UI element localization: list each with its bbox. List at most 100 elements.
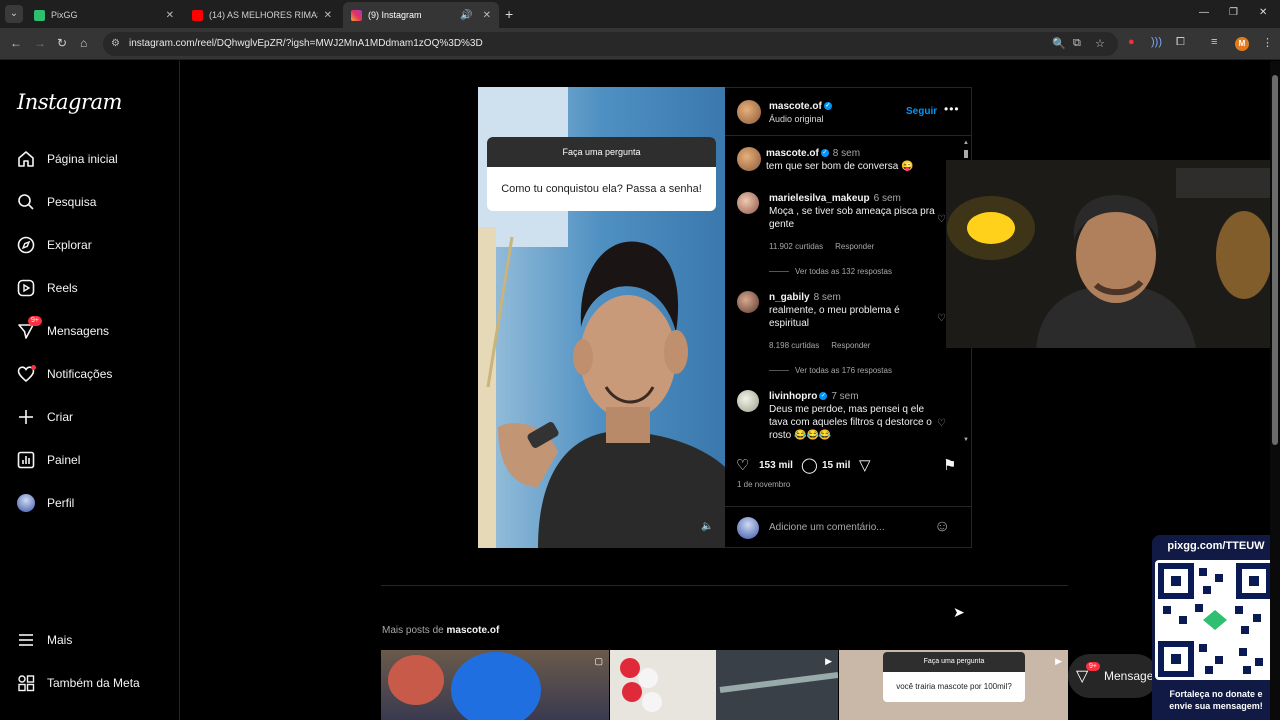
comments-list: mascote.of ✓ 8 sem tem que ser bom de conv… xyxy=(725,137,971,447)
menu-icon xyxy=(19,634,33,646)
author-avatar[interactable] xyxy=(737,147,761,171)
pixgg-url: pixgg.com/TTEUW xyxy=(1167,540,1265,552)
page-scroll-thumb[interactable] xyxy=(1272,75,1278,445)
reload-icon[interactable]: ↻ xyxy=(57,36,67,50)
nav-create[interactable]: Criar xyxy=(17,405,73,429)
site-info-icon[interactable]: ⚙ xyxy=(111,38,120,49)
instagram-logo[interactable]: Instagram xyxy=(17,90,122,114)
like-comment-icon[interactable]: ♡ xyxy=(937,418,946,429)
qr-code xyxy=(1155,560,1275,680)
extension-audio-icon[interactable]: ))) xyxy=(1151,36,1162,48)
tab-search-button[interactable]: ⌄ xyxy=(5,5,23,23)
comment-username[interactable]: mascote.of xyxy=(766,148,819,159)
section-divider xyxy=(381,585,1068,586)
browser-menu-icon[interactable]: ⋮ xyxy=(1262,36,1273,49)
reels-icon xyxy=(17,279,35,297)
post-thumbnail[interactable]: ▶ xyxy=(610,650,838,720)
plus-icon xyxy=(19,410,33,424)
restore-icon[interactable]: ❐ xyxy=(1229,7,1238,18)
minimize-icon[interactable]: — xyxy=(1199,7,1209,18)
nav-messages[interactable]: 9+ Mensagens xyxy=(17,316,109,343)
scroll-up-icon[interactable]: ▲ xyxy=(963,140,969,146)
close-tab-icon[interactable]: ✕ xyxy=(324,10,332,21)
pixgg-message: Fortaleça no donate e envie sua mensagem… xyxy=(1169,689,1263,711)
audio-label[interactable]: Áudio original xyxy=(769,114,824,124)
nav-search[interactable]: Pesquisa xyxy=(17,190,96,214)
address-bar[interactable]: ⚙ instagram.com/reel/DQhwglvEpZR/?igsh=M… xyxy=(103,32,1118,56)
install-app-icon[interactable]: ⧉ xyxy=(1073,37,1081,50)
nav-also-from-meta[interactable]: Também da Meta xyxy=(17,671,140,695)
extension-record-icon[interactable]: ● xyxy=(1128,36,1135,48)
qr-code-image xyxy=(1158,563,1272,677)
tab-youtube[interactable]: (14) AS MELHORES RIMAS DA ✕ xyxy=(184,2,340,28)
commenter-avatar[interactable] xyxy=(737,291,759,313)
share-icon[interactable]: ▽ xyxy=(859,456,871,474)
bookmark-star-icon[interactable]: ☆ xyxy=(1095,37,1105,50)
reel-video[interactable]: Faça uma pergunta Como tu conquistou ela… xyxy=(478,87,725,548)
tab-instagram[interactable]: (9) Instagram 🔊 ✕ xyxy=(343,2,499,28)
page-scrollbar[interactable] xyxy=(1270,61,1280,720)
author-username[interactable]: mascote.of ✓ xyxy=(769,101,832,112)
url-text[interactable]: instagram.com/reel/DQhwglvEpZR/?igsh=MWJ… xyxy=(129,38,483,49)
comment-count: 15 mil xyxy=(822,460,851,471)
close-tab-icon[interactable]: ✕ xyxy=(166,10,174,21)
emoji-icon[interactable]: ☺ xyxy=(934,518,950,536)
browser-tab-bar: ⌄ PixGG ✕ (14) AS MELHORES RIMAS DA ✕ (9… xyxy=(0,0,1280,28)
comment-item: marielesilva_makeup 6 sem Moça , se tiver… xyxy=(725,192,965,282)
home-icon[interactable]: ⌂ xyxy=(80,36,87,50)
back-icon[interactable]: ← xyxy=(10,36,22,50)
nav-profile[interactable]: Perfil xyxy=(17,491,74,515)
zoom-icon[interactable]: 🔍 xyxy=(1052,37,1066,50)
save-bookmark-icon[interactable]: ⚑ xyxy=(943,456,956,474)
new-tab-button[interactable]: + xyxy=(505,6,513,22)
nav-reels[interactable]: Reels xyxy=(17,276,78,300)
verified-badge-icon: ✓ xyxy=(823,102,832,111)
tab-pixgg[interactable]: PixGG ✕ xyxy=(26,2,182,28)
post-thumbnail[interactable]: Faça uma pergunta você trairia mascote p… xyxy=(839,650,1068,720)
follow-button[interactable]: Seguir xyxy=(906,106,937,117)
like-comment-icon[interactable]: ♡ xyxy=(937,214,946,225)
instagram-favicon-icon xyxy=(351,9,362,21)
comment-likes[interactable]: 11.902 curtidas xyxy=(769,242,823,251)
comment-icon[interactable]: ◯ xyxy=(801,456,818,474)
commenter-avatar[interactable] xyxy=(737,192,759,214)
view-replies-link[interactable]: Ver todas as 176 respostas xyxy=(769,366,892,375)
more-posts-username[interactable]: mascote.of xyxy=(446,625,499,636)
like-icon[interactable]: ♡ xyxy=(736,456,749,474)
comment-username[interactable]: n_gabily xyxy=(769,292,810,303)
nav-notifications[interactable]: Notificações xyxy=(17,362,112,386)
comment-input[interactable]: Adicione um comentário... xyxy=(769,522,885,533)
more-options-icon[interactable]: ••• xyxy=(944,102,960,116)
comment-username[interactable]: marielesilva_makeup xyxy=(769,193,870,204)
media-control-icon[interactable]: ≡ xyxy=(1211,36,1217,48)
comment-likes[interactable]: 8.198 curtidas xyxy=(769,341,819,350)
verified-badge-icon: ✓ xyxy=(819,392,828,401)
thumbnail-image xyxy=(388,652,541,720)
scroll-thumb[interactable] xyxy=(964,150,968,158)
author-avatar[interactable] xyxy=(737,100,761,124)
close-window-icon[interactable]: ✕ xyxy=(1259,7,1267,18)
reply-button[interactable]: Responder xyxy=(835,242,874,251)
like-count[interactable]: 153 mil xyxy=(759,460,793,471)
commenter-avatar[interactable] xyxy=(737,390,759,412)
extensions-puzzle-icon[interactable]: ⧠ xyxy=(1176,36,1185,49)
messages-floating-button[interactable]: ▽ 9+ Mensagens xyxy=(1068,654,1166,698)
like-comment-icon[interactable]: ♡ xyxy=(937,313,946,324)
nav-dashboard[interactable]: Painel xyxy=(17,448,80,472)
close-tab-icon[interactable]: ✕ xyxy=(483,10,491,21)
nav-explore[interactable]: Explorar xyxy=(17,233,92,257)
mouse-cursor-icon: ➤ xyxy=(953,604,965,620)
view-replies-link[interactable]: Ver todas as 132 respostas xyxy=(769,267,892,276)
reply-button[interactable]: Responder xyxy=(831,341,870,350)
speaker-icon[interactable]: 🔊 xyxy=(460,10,472,21)
post-thumbnail[interactable]: ▢ xyxy=(381,650,609,720)
comment-username[interactable]: livinhopro xyxy=(769,391,817,402)
comment-item: n_gabily 8 sem realmente, o meu problema … xyxy=(725,291,965,381)
compass-icon xyxy=(17,236,35,254)
browser-profile-avatar[interactable]: M xyxy=(1235,37,1249,51)
nav-more[interactable]: Mais xyxy=(17,628,72,652)
volume-icon[interactable]: 🔈 xyxy=(701,521,713,532)
forward-icon[interactable]: → xyxy=(34,36,46,50)
scroll-down-icon[interactable]: ▼ xyxy=(963,437,969,443)
nav-home[interactable]: Página inicial xyxy=(17,147,118,171)
